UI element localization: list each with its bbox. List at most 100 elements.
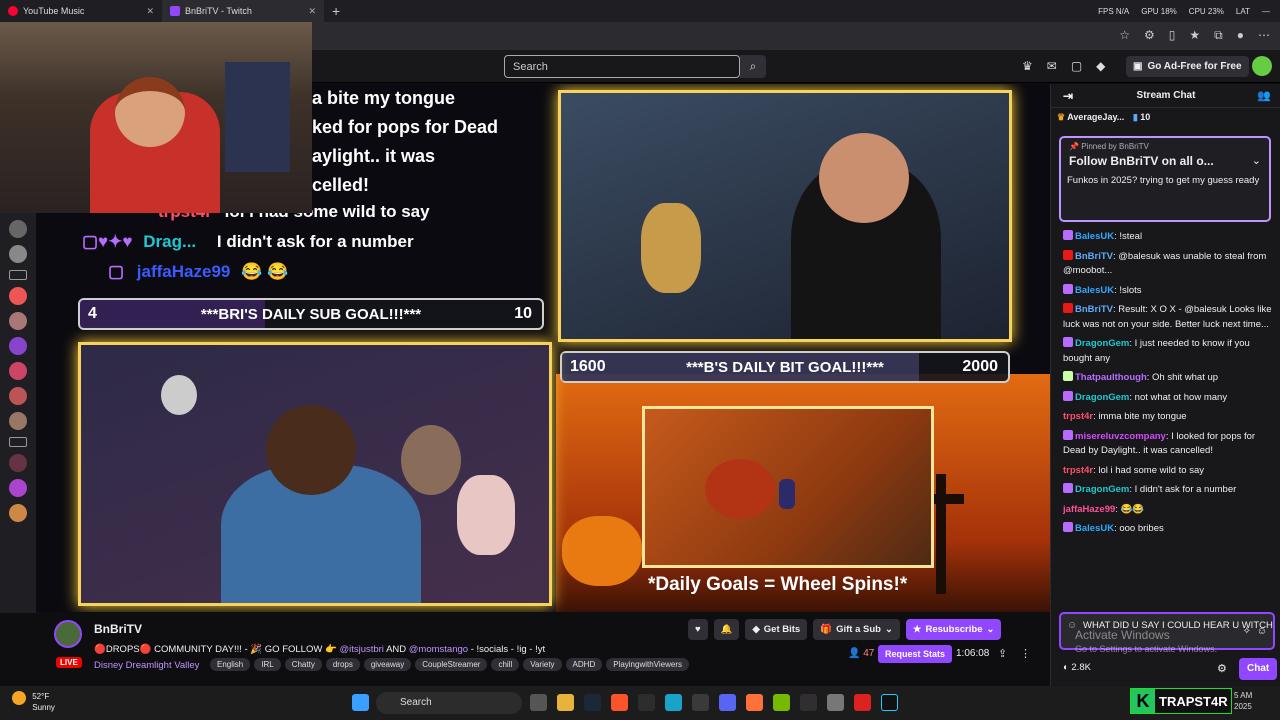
tab-twitch[interactable]: BnBriTV - Twitch ✕ bbox=[162, 0, 324, 22]
new-tab-button[interactable]: + bbox=[324, 3, 348, 19]
record-icon[interactable] bbox=[854, 694, 871, 711]
pinned-message[interactable]: 📌 Pinned by BnBriTV Follow BnBriTV on al… bbox=[1059, 136, 1271, 222]
weather-widget[interactable]: 52°F Sunny bbox=[12, 691, 55, 713]
channel-avatar[interactable] bbox=[9, 220, 27, 238]
tag[interactable]: English bbox=[210, 658, 251, 671]
close-icon[interactable]: ✕ bbox=[146, 6, 154, 17]
cross-decoration bbox=[936, 474, 946, 594]
collapse-chat-icon[interactable]: ⇥ bbox=[1063, 84, 1073, 108]
inbox-icon[interactable]: ✉ bbox=[1047, 59, 1057, 73]
minimize-icon[interactable]: — bbox=[1262, 7, 1270, 16]
video-icon[interactable] bbox=[9, 437, 27, 447]
more-options-icon[interactable]: ⋮ bbox=[1020, 647, 1031, 660]
favorites-icon[interactable]: ★ bbox=[1189, 28, 1200, 43]
tag[interactable]: Chatty bbox=[284, 658, 322, 671]
chat-username[interactable]: BalesUK bbox=[1075, 231, 1114, 242]
drops-icon[interactable]: ◆ bbox=[1096, 59, 1105, 73]
channel-avatar[interactable] bbox=[9, 362, 27, 380]
resubscribe-button[interactable]: ★ Resubscribe ⌄ bbox=[905, 619, 1002, 640]
chat-username[interactable]: BalesUK bbox=[1075, 285, 1114, 296]
close-icon[interactable]: ✕ bbox=[308, 6, 316, 17]
avatar[interactable] bbox=[54, 620, 82, 648]
channel-avatar[interactable] bbox=[9, 504, 27, 522]
channel-points[interactable]: ◐ 2.8K bbox=[1063, 662, 1091, 673]
users-icon[interactable]: 👥 bbox=[1257, 84, 1271, 108]
request-stats-button[interactable]: Request Stats bbox=[878, 645, 953, 663]
firefox-icon[interactable] bbox=[746, 694, 763, 711]
get-bits-button[interactable]: ◆ Get Bits bbox=[745, 619, 808, 640]
video-icon[interactable] bbox=[9, 270, 27, 280]
steam-icon[interactable] bbox=[584, 694, 601, 711]
search-icon[interactable]: ⌕ bbox=[740, 55, 766, 78]
avatar[interactable] bbox=[1252, 56, 1272, 76]
system-clock[interactable]: 5 AM 2025 bbox=[1234, 690, 1252, 712]
task-view-icon[interactable] bbox=[530, 694, 547, 711]
chat-username[interactable]: Thatpaulthough bbox=[1075, 372, 1147, 383]
nvidia-icon[interactable] bbox=[773, 694, 790, 711]
tag[interactable]: chill bbox=[491, 658, 520, 671]
tag[interactable]: IRL bbox=[254, 658, 281, 671]
app-icon[interactable] bbox=[692, 694, 709, 711]
channel-avatar[interactable] bbox=[9, 312, 27, 330]
chat-username[interactable]: DragonGem bbox=[1075, 392, 1129, 403]
split-screen-icon[interactable]: ▯ bbox=[1169, 28, 1176, 43]
crown-icon[interactable]: ♛ bbox=[1022, 59, 1033, 73]
tiktok-icon[interactable] bbox=[881, 694, 898, 711]
chat-username[interactable]: trpst4r bbox=[1063, 411, 1093, 422]
mention-link[interactable]: @momstango bbox=[409, 644, 468, 655]
discord-icon[interactable] bbox=[719, 694, 736, 711]
gear-icon[interactable]: ⚙ bbox=[1217, 662, 1227, 675]
taskbar-search[interactable]: Search bbox=[376, 692, 522, 714]
chevron-down-icon[interactable]: ⌄ bbox=[1252, 154, 1261, 167]
app-icon[interactable] bbox=[638, 694, 655, 711]
emoji-picker-icon[interactable]: ☺ bbox=[1257, 626, 1267, 637]
game-category-link[interactable]: Disney Dreamlight Valley bbox=[94, 660, 199, 671]
chat-username[interactable]: DragonGem bbox=[1075, 338, 1129, 349]
channel-avatar[interactable] bbox=[9, 287, 27, 305]
chat-username[interactable]: misereluvzcompany bbox=[1075, 431, 1166, 442]
windows-start-icon[interactable] bbox=[352, 694, 369, 711]
channel-name[interactable]: BnBriTV bbox=[94, 622, 142, 636]
gift-sub-button[interactable]: 🎁 Gift a Sub ⌄ bbox=[813, 619, 900, 640]
tag[interactable]: ADHD bbox=[565, 658, 603, 671]
search-input[interactable]: Search bbox=[504, 55, 740, 78]
star-icon[interactable]: ☆ bbox=[1119, 28, 1130, 43]
badge-icon bbox=[1063, 303, 1073, 313]
channel-avatar[interactable] bbox=[9, 412, 27, 430]
extensions-icon[interactable]: ⚙ bbox=[1144, 28, 1155, 43]
tag[interactable]: drops bbox=[325, 658, 360, 671]
edge-icon[interactable] bbox=[665, 694, 682, 711]
obs-icon[interactable] bbox=[800, 694, 817, 711]
notifications-button[interactable]: 🔔 bbox=[713, 619, 740, 640]
mention-link[interactable]: @itsjustbri bbox=[339, 644, 384, 655]
chat-username[interactable]: DragonGem bbox=[1075, 484, 1129, 495]
tag[interactable]: PlayingwithViewers bbox=[606, 658, 689, 671]
go-ad-free-button[interactable]: ▣ Go Ad-Free for Free bbox=[1126, 56, 1249, 77]
app-icon[interactable] bbox=[827, 694, 844, 711]
chat-input[interactable]: ☺ WHAT DID U SAY I COULD HEAR U WITCH Ac… bbox=[1059, 612, 1275, 654]
channel-avatar[interactable] bbox=[9, 387, 27, 405]
sparkle-icon[interactable]: ✧ bbox=[1243, 626, 1251, 637]
share-icon[interactable]: ⇪ bbox=[998, 647, 1007, 660]
whispers-icon[interactable]: ▢ bbox=[1071, 59, 1082, 73]
channel-avatar[interactable] bbox=[9, 245, 27, 263]
tab-youtube-music[interactable]: YouTube Music ✕ bbox=[0, 0, 162, 22]
channel-avatar[interactable] bbox=[9, 454, 27, 472]
more-icon[interactable]: ⋯ bbox=[1258, 28, 1270, 43]
follow-heart-button[interactable]: ♥ bbox=[688, 619, 708, 640]
tag[interactable]: CoupleStreamer bbox=[415, 658, 488, 671]
chat-send-button[interactable]: Chat bbox=[1239, 658, 1278, 680]
tag[interactable]: giveaway bbox=[363, 658, 412, 671]
brave-icon[interactable] bbox=[611, 694, 628, 711]
profile-icon[interactable]: ● bbox=[1237, 28, 1244, 43]
chat-username[interactable]: BnBriTV bbox=[1075, 304, 1113, 315]
chat-username[interactable]: jaffaHaze99 bbox=[1063, 504, 1115, 515]
channel-avatar[interactable] bbox=[9, 479, 27, 497]
collections-icon[interactable]: ⧉ bbox=[1214, 28, 1223, 43]
chat-username[interactable]: BalesUK bbox=[1075, 523, 1114, 534]
file-explorer-icon[interactable] bbox=[557, 694, 574, 711]
channel-avatar[interactable] bbox=[9, 337, 27, 355]
chat-username[interactable]: BnBriTV bbox=[1075, 251, 1113, 262]
chat-username[interactable]: trpst4r bbox=[1063, 465, 1093, 476]
tag[interactable]: Variety bbox=[523, 658, 562, 671]
